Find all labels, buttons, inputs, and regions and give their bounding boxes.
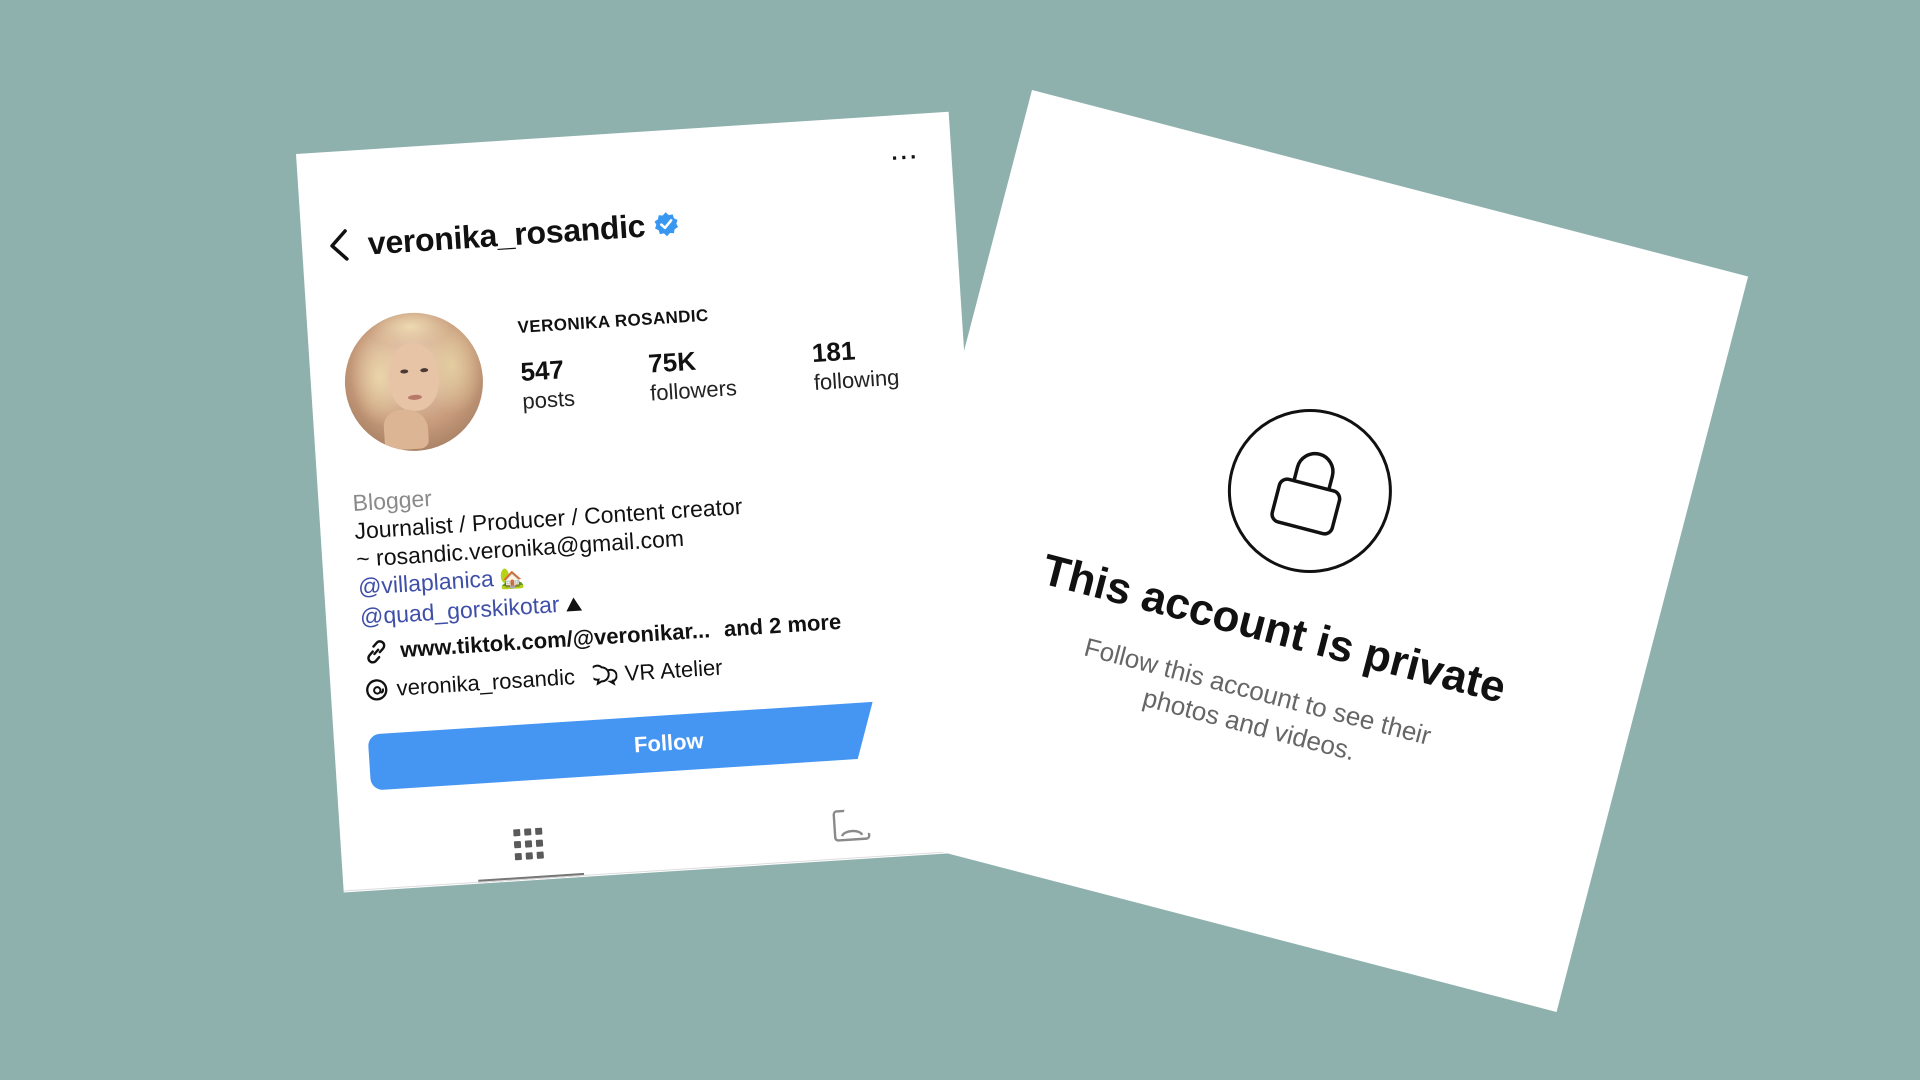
threads-icon	[364, 677, 389, 702]
threads-handle[interactable]: veronika_rosandic	[396, 663, 576, 702]
more-options-icon[interactable]: ···	[891, 144, 921, 171]
avatar[interactable]	[340, 308, 488, 456]
display-name: VERONIKA ROSANDIC	[517, 305, 710, 338]
profile-header: veronika_rosandic	[320, 193, 681, 276]
mountain-emoji-icon: ⛰	[564, 593, 583, 617]
following-stat[interactable]: 181 following	[811, 329, 935, 397]
grid-icon	[513, 827, 545, 866]
bio-link-more[interactable]: and 2 more	[723, 608, 842, 644]
lock-icon	[1259, 434, 1361, 548]
house-emoji-icon: 🏡	[499, 567, 526, 591]
username: veronika_rosandic	[366, 207, 647, 262]
posts-stat[interactable]: 547 posts	[520, 348, 652, 416]
followers-stat[interactable]: 75K followers	[647, 337, 815, 407]
link-icon	[361, 637, 391, 667]
back-arrow-icon[interactable]	[321, 224, 358, 266]
channel-name[interactable]: VR Atelier	[624, 654, 723, 688]
profile-stats: 547 posts 75K followers 181 following	[520, 329, 935, 415]
tab-posts-grid[interactable]	[474, 813, 585, 883]
verified-badge-icon	[652, 210, 680, 238]
channel-icon	[592, 662, 618, 687]
lock-circle	[1209, 390, 1410, 592]
private-account-card: This account is private Follow this acco…	[840, 90, 1749, 1012]
profile-bio: Blogger Journalist / Producer / Content …	[352, 450, 965, 704]
